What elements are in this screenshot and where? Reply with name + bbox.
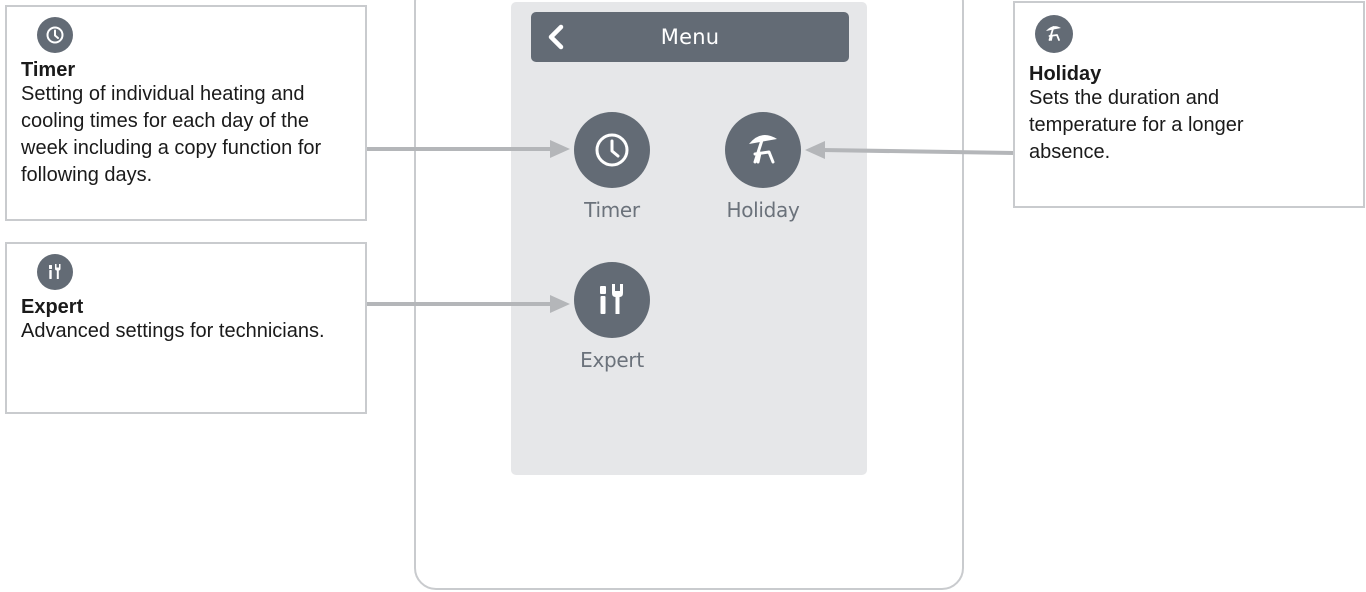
callout-expert-icon <box>37 254 73 290</box>
callout-expert: Expert Advanced settings for technicians… <box>5 242 367 414</box>
callout-holiday-icon <box>1035 15 1073 53</box>
callout-expert-text: Advanced settings for technicians. <box>21 320 325 342</box>
callout-holiday-text: Sets the duration and temperature for a … <box>1029 87 1244 163</box>
callout-holiday: Holiday Sets the duration and temperatur… <box>1013 1 1365 208</box>
callout-timer-title: Timer <box>21 59 76 81</box>
callout-timer-icon <box>37 17 73 53</box>
clock-icon <box>46 26 64 44</box>
expert-connector <box>366 295 570 313</box>
callout-expert-title: Expert <box>21 296 84 318</box>
beach-umbrella-icon <box>1046 26 1061 41</box>
tools-icon <box>49 264 61 279</box>
holiday-connector <box>805 141 1015 159</box>
callout-holiday-title: Holiday <box>1029 63 1102 85</box>
callout-timer-text: Setting of individual heating and coolin… <box>21 83 322 186</box>
callout-timer: Timer Setting of individual heating and … <box>5 5 367 221</box>
timer-connector <box>366 140 570 158</box>
